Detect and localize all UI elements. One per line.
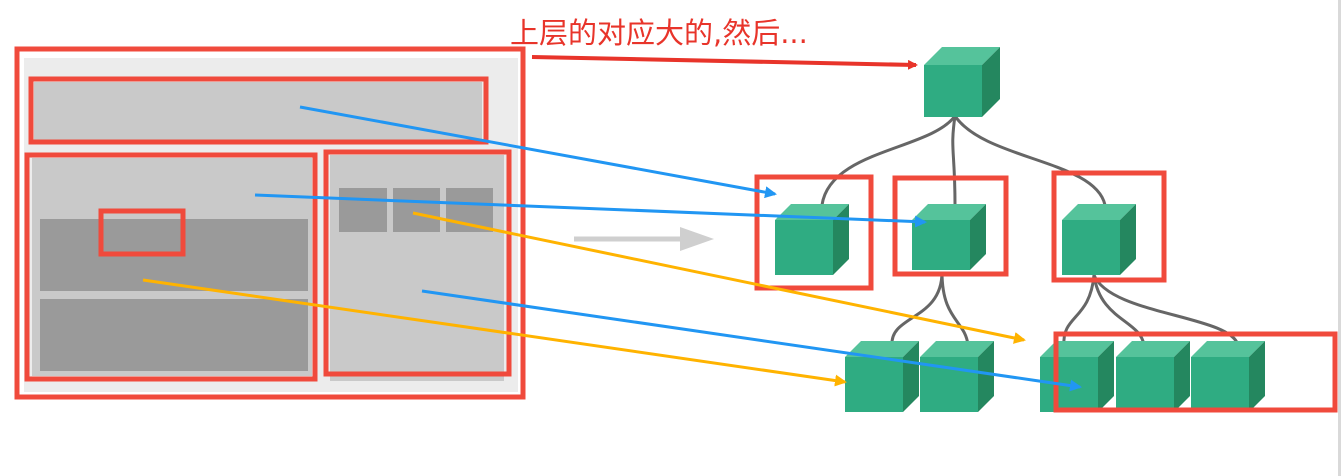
header-bar — [34, 82, 482, 140]
layout-to-tree-diagram — [14, 0, 1341, 476]
tree-node-child-middle — [912, 204, 986, 270]
tree-node-grandchild-2 — [920, 341, 994, 412]
transform-arrow — [574, 227, 714, 251]
tree-node-child-left — [775, 204, 849, 275]
tree-node-grandchild-3 — [1040, 341, 1114, 412]
tree-nodes — [775, 47, 1265, 412]
tree-node-grandchild-5 — [1191, 341, 1265, 412]
tree-node-child-right — [1062, 204, 1136, 275]
tree-node-root — [924, 47, 1000, 117]
tree-node-grandchild-4 — [1116, 341, 1190, 412]
gray-block-bottom — [40, 299, 308, 371]
sidebar-tile-1 — [339, 188, 387, 232]
tree-node-grandchild-1 — [845, 341, 919, 412]
caption-text: 上层的对应大的,然后... — [510, 16, 808, 50]
layout-panel — [14, 46, 526, 400]
caption-arrow — [531, 55, 918, 70]
sidebar-tile-2 — [393, 188, 440, 232]
